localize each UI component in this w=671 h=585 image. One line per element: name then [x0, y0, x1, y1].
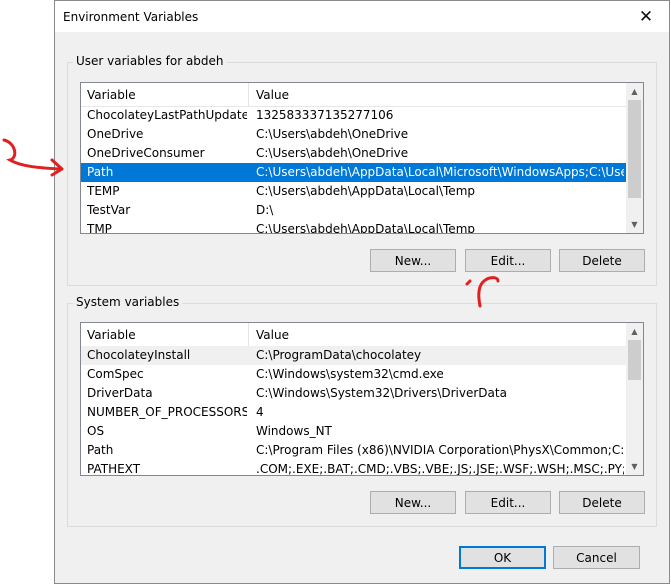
row-variable: NUMBER_OF_PROCESSORS: [87, 405, 247, 419]
user-list-header: Variable Value: [81, 83, 626, 107]
table-row-selected-path[interactable]: Path C:\Users\abdeh\AppData\Local\Micros…: [81, 163, 626, 182]
scroll-up-icon[interactable]: ▲: [626, 323, 643, 340]
scroll-up-icon[interactable]: ▲: [626, 83, 643, 100]
column-divider[interactable]: [248, 83, 249, 106]
row-value: C:\Users\abdeh\AppData\Local\Temp: [256, 222, 475, 234]
row-value: C:\Users\abdeh\OneDrive: [256, 146, 409, 160]
scroll-thumb[interactable]: [628, 100, 641, 198]
title-bar: Environment Variables ✕: [55, 1, 669, 32]
row-variable: OneDriveConsumer: [87, 146, 205, 160]
scroll-thumb[interactable]: [628, 340, 641, 380]
user-new-button[interactable]: New...: [370, 249, 456, 272]
system-variables-label: System variables: [73, 295, 183, 309]
row-variable: TMP: [87, 222, 112, 234]
system-delete-button[interactable]: Delete: [559, 491, 645, 514]
column-header-variable[interactable]: Variable: [87, 88, 136, 102]
table-row[interactable]: PATHEXT .COM;.EXE;.BAT;.CMD;.VBS;.VBE;.J…: [81, 460, 626, 476]
row-value: D:\: [256, 203, 274, 217]
user-list-scrollbar[interactable]: ▲ ▼: [626, 83, 643, 233]
system-variables-group: System variables Variable Value Chocolat…: [67, 295, 657, 527]
system-variables-list[interactable]: Variable Value ChocolateyInstall C:\Prog…: [80, 322, 644, 476]
table-row[interactable]: OneDrive C:\Users\abdeh\OneDrive: [81, 125, 626, 144]
row-variable: ComSpec: [87, 367, 144, 381]
table-row[interactable]: OneDriveConsumer C:\Users\abdeh\OneDrive: [81, 144, 626, 163]
user-variables-group: User variables for abdeh Variable Value …: [67, 54, 657, 286]
window-title: Environment Variables: [63, 10, 199, 24]
environment-variables-dialog: Environment Variables ✕ User variables f…: [54, 0, 670, 584]
row-variable: Path: [87, 443, 114, 457]
table-row[interactable]: ComSpec C:\Windows\system32\cmd.exe: [81, 365, 626, 384]
column-header-value[interactable]: Value: [256, 328, 289, 342]
row-variable: OneDrive: [87, 127, 144, 141]
ok-button[interactable]: OK: [459, 546, 546, 569]
row-value: C:\Windows\system32\cmd.exe: [256, 367, 444, 381]
row-value: C:\Windows\System32\Drivers\DriverData: [256, 386, 507, 400]
row-variable: ChocolateyLastPathUpdate: [87, 108, 247, 122]
row-value: C:\Users\abdeh\OneDrive: [256, 127, 409, 141]
row-variable: TEMP: [87, 184, 120, 198]
column-header-variable[interactable]: Variable: [87, 328, 136, 342]
row-variable: DriverData: [87, 386, 153, 400]
table-row[interactable]: Path C:\Program Files (x86)\NVIDIA Corpo…: [81, 441, 626, 460]
red-arrow-annotation: [2, 138, 62, 171]
row-variable: TestVar: [87, 203, 131, 217]
scroll-down-icon[interactable]: ▼: [626, 216, 643, 233]
user-delete-button[interactable]: Delete: [559, 249, 645, 272]
user-rows: ChocolateyLastPathUpdate 132583337135277…: [81, 106, 626, 234]
table-row[interactable]: ChocolateyInstall C:\ProgramData\chocola…: [81, 346, 626, 365]
row-value: 4: [256, 405, 264, 419]
row-value: 132583337135277106: [256, 108, 394, 122]
cancel-button[interactable]: Cancel: [553, 546, 640, 569]
table-row[interactable]: TMP C:\Users\abdeh\AppData\Local\Temp: [81, 220, 626, 234]
row-variable: PATHEXT: [87, 462, 141, 476]
system-rows: ChocolateyInstall C:\ProgramData\chocola…: [81, 346, 626, 476]
user-variables-label: User variables for abdeh: [73, 54, 227, 68]
table-row[interactable]: ChocolateyLastPathUpdate 132583337135277…: [81, 106, 626, 125]
row-value: C:\Users\abdeh\AppData\Local\Microsoft\W…: [256, 165, 624, 179]
table-row[interactable]: TestVar D:\: [81, 201, 626, 220]
row-value: C:\Users\abdeh\AppData\Local\Temp: [256, 184, 475, 198]
table-row[interactable]: OS Windows_NT: [81, 422, 626, 441]
row-value: C:\Program Files (x86)\NVIDIA Corporatio…: [256, 443, 624, 457]
system-list-scrollbar[interactable]: ▲ ▼: [626, 323, 643, 475]
column-header-value[interactable]: Value: [256, 88, 289, 102]
row-value: .COM;.EXE;.BAT;.CMD;.VBS;.VBE;.JS;.JSE;.…: [256, 462, 624, 476]
row-variable: ChocolateyInstall: [87, 348, 191, 362]
row-value: Windows_NT: [256, 424, 332, 438]
system-new-button[interactable]: New...: [370, 491, 456, 514]
table-row[interactable]: DriverData C:\Windows\System32\Drivers\D…: [81, 384, 626, 403]
column-divider[interactable]: [248, 323, 249, 346]
table-row[interactable]: NUMBER_OF_PROCESSORS 4: [81, 403, 626, 422]
user-variables-list[interactable]: Variable Value ChocolateyLastPathUpdate …: [80, 82, 644, 234]
system-list-header: Variable Value: [81, 323, 626, 347]
row-variable: OS: [87, 424, 105, 438]
scroll-down-icon[interactable]: ▼: [626, 458, 643, 475]
system-edit-button[interactable]: Edit...: [465, 491, 551, 514]
close-icon[interactable]: ✕: [623, 1, 669, 32]
row-value: C:\ProgramData\chocolatey: [256, 348, 422, 362]
table-row[interactable]: TEMP C:\Users\abdeh\AppData\Local\Temp: [81, 182, 626, 201]
user-edit-button[interactable]: Edit...: [465, 249, 551, 272]
row-variable: Path: [87, 165, 114, 179]
